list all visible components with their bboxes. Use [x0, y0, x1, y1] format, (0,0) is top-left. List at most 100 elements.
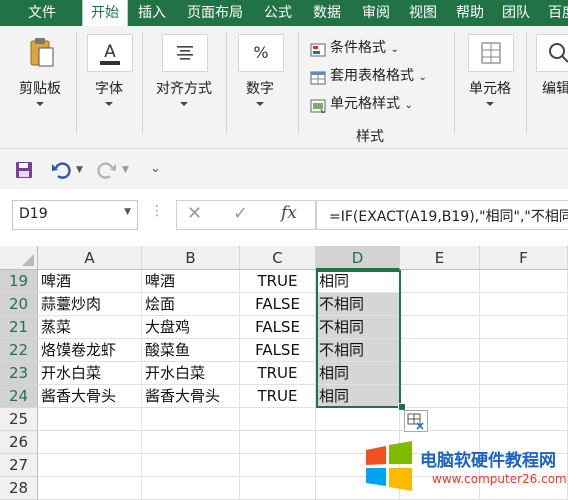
cell-c[interactable]: TRUE — [240, 362, 316, 385]
cell-c[interactable]: FALSE — [240, 293, 316, 316]
cell-d[interactable]: 不相同 — [316, 339, 400, 362]
formula-input[interactable]: =IF(EXACT(A19,B19),"相同","不相同") — [316, 200, 568, 230]
cell-f[interactable] — [480, 408, 568, 431]
cell-c[interactable] — [240, 477, 316, 500]
alignment-button[interactable]: 对齐方式 — [150, 34, 218, 134]
name-box[interactable]: D19 ▼ — [12, 200, 138, 230]
row-header[interactable]: 28 — [0, 477, 38, 500]
cell-d[interactable]: 不相同 — [316, 293, 400, 316]
row-header[interactable]: 24 — [0, 385, 38, 408]
cell-d[interactable]: 相同 — [316, 270, 400, 293]
tab-insert[interactable]: 插入 — [130, 0, 174, 26]
undo-icon[interactable] — [50, 159, 72, 181]
chevron-down-icon[interactable]: ▼ — [76, 165, 83, 175]
tab-review[interactable]: 审阅 — [354, 0, 398, 26]
cancel-icon[interactable]: ✕ — [187, 203, 202, 224]
tab-page-layout[interactable]: 页面布局 — [180, 0, 250, 26]
column-header-b[interactable]: B — [142, 246, 240, 270]
cell-b[interactable] — [142, 408, 240, 431]
tab-data[interactable]: 数据 — [305, 0, 349, 26]
cell-b[interactable] — [142, 477, 240, 500]
cell-c[interactable]: FALSE — [240, 339, 316, 362]
font-button[interactable]: A 字体 — [84, 34, 134, 134]
enter-icon[interactable]: ✓ — [233, 203, 248, 224]
cell-d[interactable]: 相同 — [316, 385, 400, 408]
column-header-e[interactable]: E — [400, 246, 480, 270]
row-header[interactable]: 27 — [0, 454, 38, 477]
tab-formulas[interactable]: 公式 — [256, 0, 300, 26]
row-header[interactable]: 21 — [0, 316, 38, 339]
cell-c[interactable]: TRUE — [240, 270, 316, 293]
clipboard-button[interactable]: 剪贴板 — [10, 34, 70, 134]
cells-button[interactable]: 单元格 — [462, 34, 518, 134]
tab-help[interactable]: 帮助 — [448, 0, 492, 26]
row-header[interactable]: 19 — [0, 270, 38, 293]
save-icon[interactable] — [14, 160, 34, 180]
cell-b[interactable]: 开水白菜 — [142, 362, 240, 385]
cell-f[interactable] — [480, 316, 568, 339]
row-header[interactable]: 20 — [0, 293, 38, 316]
format-as-table-button[interactable]: 套用表格格式 ⌄ — [310, 64, 427, 88]
cell-a[interactable]: 蒜薹炒肉 — [38, 293, 142, 316]
cell-f[interactable] — [480, 385, 568, 408]
cell-a[interactable] — [38, 408, 142, 431]
cell-e[interactable] — [400, 339, 480, 362]
row-header[interactable]: 23 — [0, 362, 38, 385]
row-header[interactable]: 22 — [0, 339, 38, 362]
tab-team[interactable]: 团队 — [494, 0, 538, 26]
cell-c[interactable]: TRUE — [240, 385, 316, 408]
chevron-down-icon[interactable]: ▼ — [122, 165, 129, 175]
tab-view[interactable]: 视图 — [401, 0, 445, 26]
cell-e[interactable] — [400, 316, 480, 339]
column-header-d[interactable]: D — [316, 246, 400, 270]
cell-b[interactable]: 酱香大骨头 — [142, 385, 240, 408]
cell-c[interactable] — [240, 408, 316, 431]
cell-c[interactable] — [240, 431, 316, 454]
cell-b[interactable] — [142, 454, 240, 477]
column-header-c[interactable]: C — [240, 246, 316, 270]
cell-d[interactable] — [316, 408, 400, 431]
tab-file[interactable]: 文件 — [14, 0, 70, 26]
column-header-f[interactable]: F — [480, 246, 568, 270]
cell-f[interactable] — [480, 362, 568, 385]
cell-f[interactable] — [480, 293, 568, 316]
cell-styles-button[interactable]: 单元格样式 ⌄ — [310, 92, 413, 116]
cell-d[interactable]: 不相同 — [316, 316, 400, 339]
cell-e[interactable] — [400, 293, 480, 316]
resize-handle-icon[interactable]: ⋮ — [150, 203, 165, 219]
customize-toolbar-icon[interactable]: ⌄ — [150, 161, 161, 176]
cell-a[interactable] — [38, 454, 142, 477]
cell-e[interactable] — [400, 270, 480, 293]
cell-a[interactable]: 烙馍卷龙虾 — [38, 339, 142, 362]
redo-icon[interactable] — [96, 159, 118, 181]
cell-e[interactable] — [400, 362, 480, 385]
cell-e[interactable] — [400, 385, 480, 408]
row-header[interactable]: 26 — [0, 431, 38, 454]
cell-c[interactable] — [240, 454, 316, 477]
tab-baidu[interactable]: 百度 — [540, 0, 568, 26]
cell-a[interactable]: 啤酒 — [38, 270, 142, 293]
cell-d[interactable]: 相同 — [316, 362, 400, 385]
conditional-format-button[interactable]: 条件格式 ⌄ — [310, 36, 399, 60]
insert-function-icon[interactable]: fx — [281, 203, 297, 223]
editing-button[interactable]: 编辑 — [536, 34, 568, 134]
select-all-button[interactable] — [0, 246, 38, 270]
cell-a[interactable] — [38, 431, 142, 454]
cell-a[interactable]: 蒸菜 — [38, 316, 142, 339]
tab-home[interactable]: 开始 — [82, 0, 128, 27]
cell-b[interactable]: 大盘鸡 — [142, 316, 240, 339]
cell-b[interactable]: 酸菜鱼 — [142, 339, 240, 362]
cell-b[interactable] — [142, 431, 240, 454]
cell-c[interactable]: FALSE — [240, 316, 316, 339]
cell-a[interactable] — [38, 477, 142, 500]
cell-b[interactable]: 烩面 — [142, 293, 240, 316]
number-button[interactable]: % 数字 — [236, 34, 284, 134]
cell-f[interactable] — [480, 339, 568, 362]
cell-a[interactable]: 开水白菜 — [38, 362, 142, 385]
cell-f[interactable] — [480, 270, 568, 293]
cell-b[interactable]: 啤酒 — [142, 270, 240, 293]
row-header[interactable]: 25 — [0, 408, 38, 431]
cell-a[interactable]: 酱香大骨头 — [38, 385, 142, 408]
quick-analysis-button[interactable] — [404, 410, 428, 432]
column-header-a[interactable]: A — [38, 246, 142, 270]
